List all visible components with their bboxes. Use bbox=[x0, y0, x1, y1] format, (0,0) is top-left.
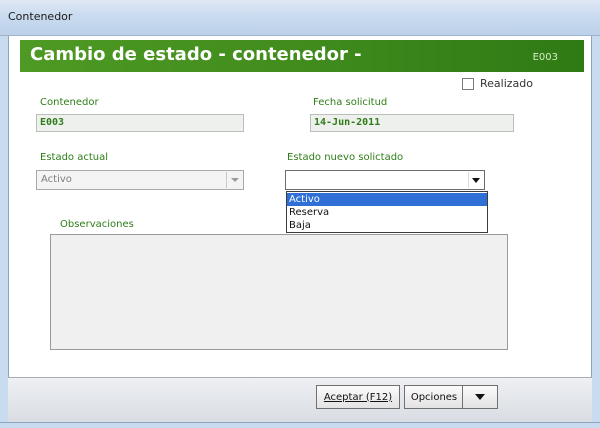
opciones-button-label: Opciones bbox=[410, 391, 458, 403]
aceptar-button-label: Aceptar (F12) bbox=[323, 391, 393, 403]
observaciones-label: Observaciones bbox=[60, 219, 134, 230]
estado-actual-dropdown-button bbox=[226, 172, 242, 188]
title-bar[interactable]: Contenedor bbox=[0, 0, 600, 36]
option-baja[interactable]: Baja bbox=[287, 219, 487, 232]
window-frame-bottom bbox=[0, 422, 600, 428]
opciones-button[interactable]: Opciones bbox=[404, 385, 464, 409]
chevron-down-icon bbox=[230, 178, 239, 182]
banner-code: E003 bbox=[532, 52, 558, 63]
fecha-solicitud-field: 14-Jun-2011 bbox=[310, 114, 514, 132]
estado-actual-label: Estado actual bbox=[40, 152, 109, 163]
option-activo[interactable]: Activo bbox=[287, 193, 487, 206]
contenedor-label: Contenedor bbox=[40, 97, 99, 108]
dialog-window: Contenedor Cambio de estado - contenedor… bbox=[0, 0, 600, 428]
estado-actual-select: Activo bbox=[36, 170, 244, 190]
estado-nuevo-label: Estado nuevo solictado bbox=[287, 152, 404, 163]
contenedor-field: E003 bbox=[36, 114, 244, 132]
window-frame-right bbox=[592, 36, 600, 428]
button-bar bbox=[8, 377, 592, 422]
estado-nuevo-dropdown-button[interactable] bbox=[468, 172, 483, 188]
realizado-checkbox[interactable] bbox=[462, 78, 474, 90]
chevron-down-icon bbox=[472, 177, 480, 183]
header-banner: Cambio de estado - contenedor - E003 bbox=[20, 40, 584, 72]
estado-nuevo-select[interactable] bbox=[285, 170, 485, 190]
aceptar-button[interactable]: Aceptar (F12) bbox=[316, 385, 400, 409]
fecha-solicitud-label: Fecha solicitud bbox=[313, 97, 388, 108]
estado-actual-value: Activo bbox=[41, 174, 72, 185]
window-frame-left bbox=[0, 36, 8, 428]
window-title: Contenedor bbox=[8, 10, 73, 23]
estado-nuevo-options-list[interactable]: Activo Reserva Baja bbox=[286, 191, 488, 233]
banner-title: Cambio de estado - contenedor - bbox=[30, 44, 362, 65]
option-reserva[interactable]: Reserva bbox=[287, 206, 487, 219]
chevron-down-icon bbox=[475, 394, 485, 400]
realizado-label: Realizado bbox=[480, 77, 533, 90]
opciones-dropdown-button[interactable] bbox=[462, 385, 498, 409]
observaciones-textarea[interactable] bbox=[50, 234, 508, 350]
